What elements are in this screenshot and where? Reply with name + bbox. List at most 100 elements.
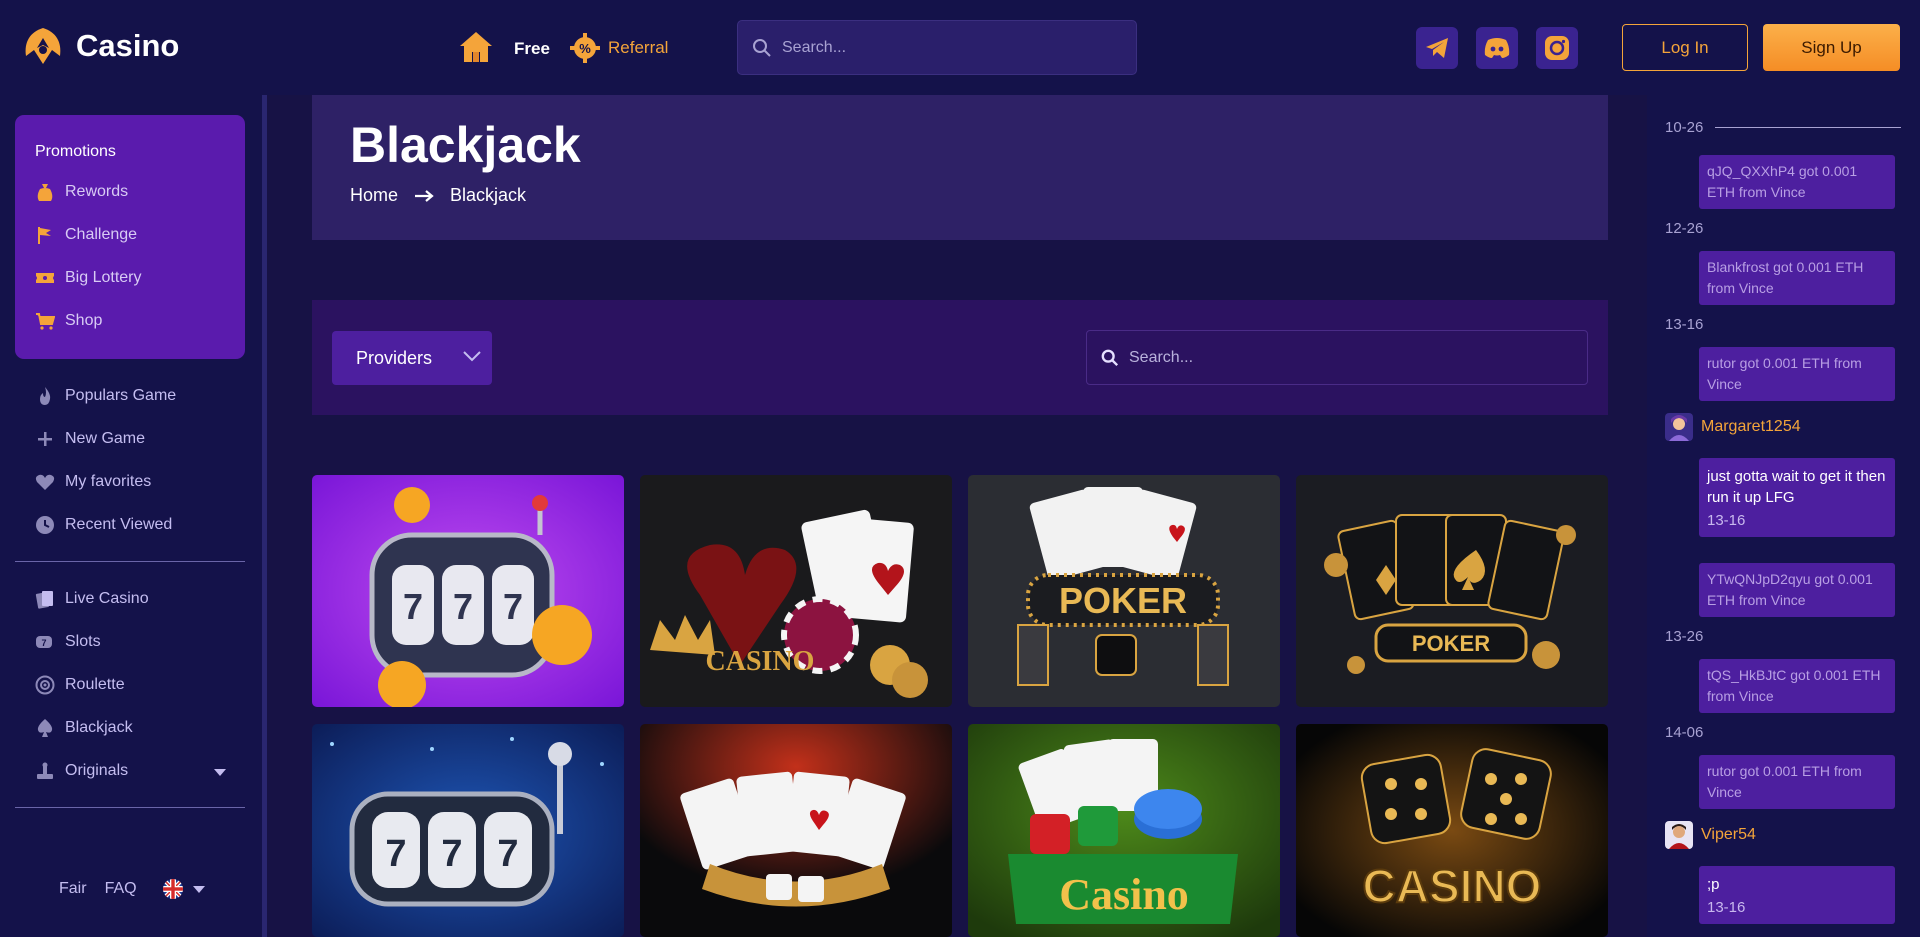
- language-selector[interactable]: [162, 879, 205, 899]
- faq-link[interactable]: FAQ: [105, 880, 137, 898]
- page-banner: Blackjack Home Blackjack: [312, 95, 1608, 240]
- instagram-icon: [1545, 36, 1569, 60]
- game-card-golden-poker[interactable]: POKER: [1296, 475, 1608, 707]
- svg-text:7: 7: [497, 833, 518, 875]
- svg-text:7: 7: [41, 638, 46, 648]
- flame-icon: [35, 386, 55, 406]
- casino-logo-icon: [25, 28, 61, 64]
- nav-referral-link[interactable]: % Referral: [570, 33, 668, 63]
- logo[interactable]: Casino: [20, 26, 179, 66]
- search-icon: [753, 38, 771, 57]
- game-card-poker-sign[interactable]: POKER: [968, 475, 1280, 707]
- sidebar-item-recent-viewed[interactable]: Recent Viewed: [35, 515, 172, 535]
- providers-label: Providers: [356, 347, 433, 368]
- sidebar-item-shop[interactable]: Shop: [35, 311, 102, 331]
- sidebar-item-my-favorites[interactable]: My favorites: [35, 472, 151, 492]
- slot-machine-thumbnail: 7 7 7: [312, 475, 624, 707]
- cards-icon: [35, 589, 55, 609]
- feed-user[interactable]: Viper54: [1665, 821, 1756, 849]
- home-icon[interactable]: [458, 30, 494, 64]
- discord-button[interactable]: [1476, 27, 1518, 69]
- heart-icon: [35, 472, 55, 492]
- referral-badge-icon: %: [570, 33, 600, 63]
- sidebar-item-live-casino[interactable]: Live Casino: [35, 589, 149, 609]
- sidebar-item-label: Live Casino: [65, 590, 149, 607]
- filter-bar: Providers: [312, 300, 1608, 415]
- svg-text:%: %: [579, 41, 591, 56]
- breadcrumb-current: Blackjack: [450, 185, 527, 205]
- sidebar-item-new-game[interactable]: New Game: [35, 429, 145, 449]
- chat-text: just gotta wait to get it then run it up…: [1707, 468, 1886, 506]
- lucky-777-thumbnail: 7 7 7: [312, 724, 624, 937]
- game-card-slot-machine-coins[interactable]: 7 7 7: [312, 475, 624, 707]
- arrow-right-icon: [415, 189, 434, 202]
- game-card-lucky-777[interactable]: 7 7 7: [312, 724, 624, 937]
- nav-free-link[interactable]: Free: [514, 39, 550, 59]
- game-card-dice-casino[interactable]: CASINO: [1296, 724, 1608, 937]
- clock-icon: [35, 515, 55, 535]
- uk-flag-icon: [162, 879, 183, 899]
- nav-referral-label: Referral: [608, 38, 669, 57]
- instagram-button[interactable]: [1536, 27, 1578, 69]
- sidebar-item-label: Originals: [65, 762, 129, 779]
- feed-event: tQS_HkBJtC got 0.001 ETH from Vince: [1699, 659, 1895, 713]
- feed-username: Margaret1254: [1701, 418, 1801, 435]
- discord-icon: [1484, 38, 1510, 58]
- breadcrumb-home[interactable]: Home: [350, 185, 398, 206]
- sidebar-item-populars-game[interactable]: Populars Game: [35, 386, 176, 406]
- feed-date: 13-26: [1665, 628, 1704, 645]
- golden-poker-thumbnail: POKER: [1296, 475, 1608, 707]
- sidebar-item-blackjack[interactable]: Blackjack: [35, 718, 133, 738]
- plus-icon: [35, 429, 55, 449]
- language-caret-icon: [192, 885, 205, 893]
- sidebar-item-originals[interactable]: Originals: [35, 761, 128, 781]
- svg-text:POKER: POKER: [1059, 580, 1187, 621]
- sidebar-item-slots[interactable]: 7 Slots: [35, 632, 101, 652]
- telegram-button[interactable]: [1416, 27, 1458, 69]
- feed-event: rutor got 0.001 ETH from Vince: [1699, 755, 1895, 809]
- sidebar-item-label: Populars Game: [65, 387, 177, 404]
- providers-dropdown[interactable]: Providers: [332, 331, 492, 385]
- sidebar-item-label: My favorites: [65, 473, 152, 490]
- dice-casino-thumbnail: CASINO: [1296, 724, 1608, 937]
- fair-link[interactable]: Fair: [59, 880, 87, 898]
- feed-chat-message: just gotta wait to get it then run it up…: [1699, 458, 1895, 537]
- header-search[interactable]: [737, 20, 1137, 75]
- login-button[interactable]: Log In: [1622, 24, 1748, 71]
- svg-text:7: 7: [441, 833, 462, 875]
- feed-user[interactable]: Margaret1254: [1665, 413, 1801, 441]
- header-search-input[interactable]: [782, 38, 1112, 57]
- svg-text:CASINO: CASINO: [706, 646, 815, 677]
- avatar: [1665, 413, 1693, 441]
- game-card-cards-dice[interactable]: [640, 724, 952, 937]
- svg-text:7: 7: [385, 833, 406, 875]
- game-card-casino-cards[interactable]: CASINO: [640, 475, 952, 707]
- promotions-title: Promotions: [35, 143, 116, 160]
- sidebar-divider: [15, 807, 245, 808]
- ticket-icon: [35, 268, 55, 288]
- telegram-icon: [1426, 38, 1448, 58]
- chat-text: ;p: [1707, 876, 1720, 893]
- sidebar-item-label: Blackjack: [65, 719, 133, 736]
- signup-button[interactable]: Sign Up: [1763, 24, 1900, 71]
- sidebar-item-rewords[interactable]: Rewords: [35, 182, 128, 202]
- roulette-icon: [35, 675, 55, 695]
- search-icon: [1101, 349, 1119, 366]
- chat-time: 13-16: [1707, 899, 1746, 916]
- cards-dice-thumbnail: [640, 724, 952, 937]
- originals-expand-icon[interactable]: [214, 769, 226, 776]
- sidebar-item-challenge[interactable]: Challenge: [35, 225, 137, 245]
- challenge-flag-icon: [35, 225, 55, 245]
- feed-date: 13-16: [1665, 316, 1704, 333]
- sidebar-item-roulette[interactable]: Roulette: [35, 675, 125, 695]
- feed-date: 12-26: [1665, 220, 1704, 237]
- feed-event: rutor got 0.001 ETH from Vince: [1699, 347, 1895, 401]
- game-search-input[interactable]: [1129, 348, 1569, 367]
- feed-event: qJQ_QXXhP4 got 0.001 ETH from Vince: [1699, 155, 1895, 209]
- sidebar-item-label: Big Lottery: [65, 269, 142, 286]
- left-sidebar: Promotions Rewords Challenge Big Lottery…: [0, 95, 262, 937]
- feed-event: YTwQNJpD2qyu got 0.001 ETH from Vince: [1699, 563, 1895, 617]
- game-search[interactable]: [1086, 330, 1588, 385]
- game-card-green-casino[interactable]: Casino: [968, 724, 1280, 937]
- sidebar-item-big-lottery[interactable]: Big Lottery: [35, 268, 141, 288]
